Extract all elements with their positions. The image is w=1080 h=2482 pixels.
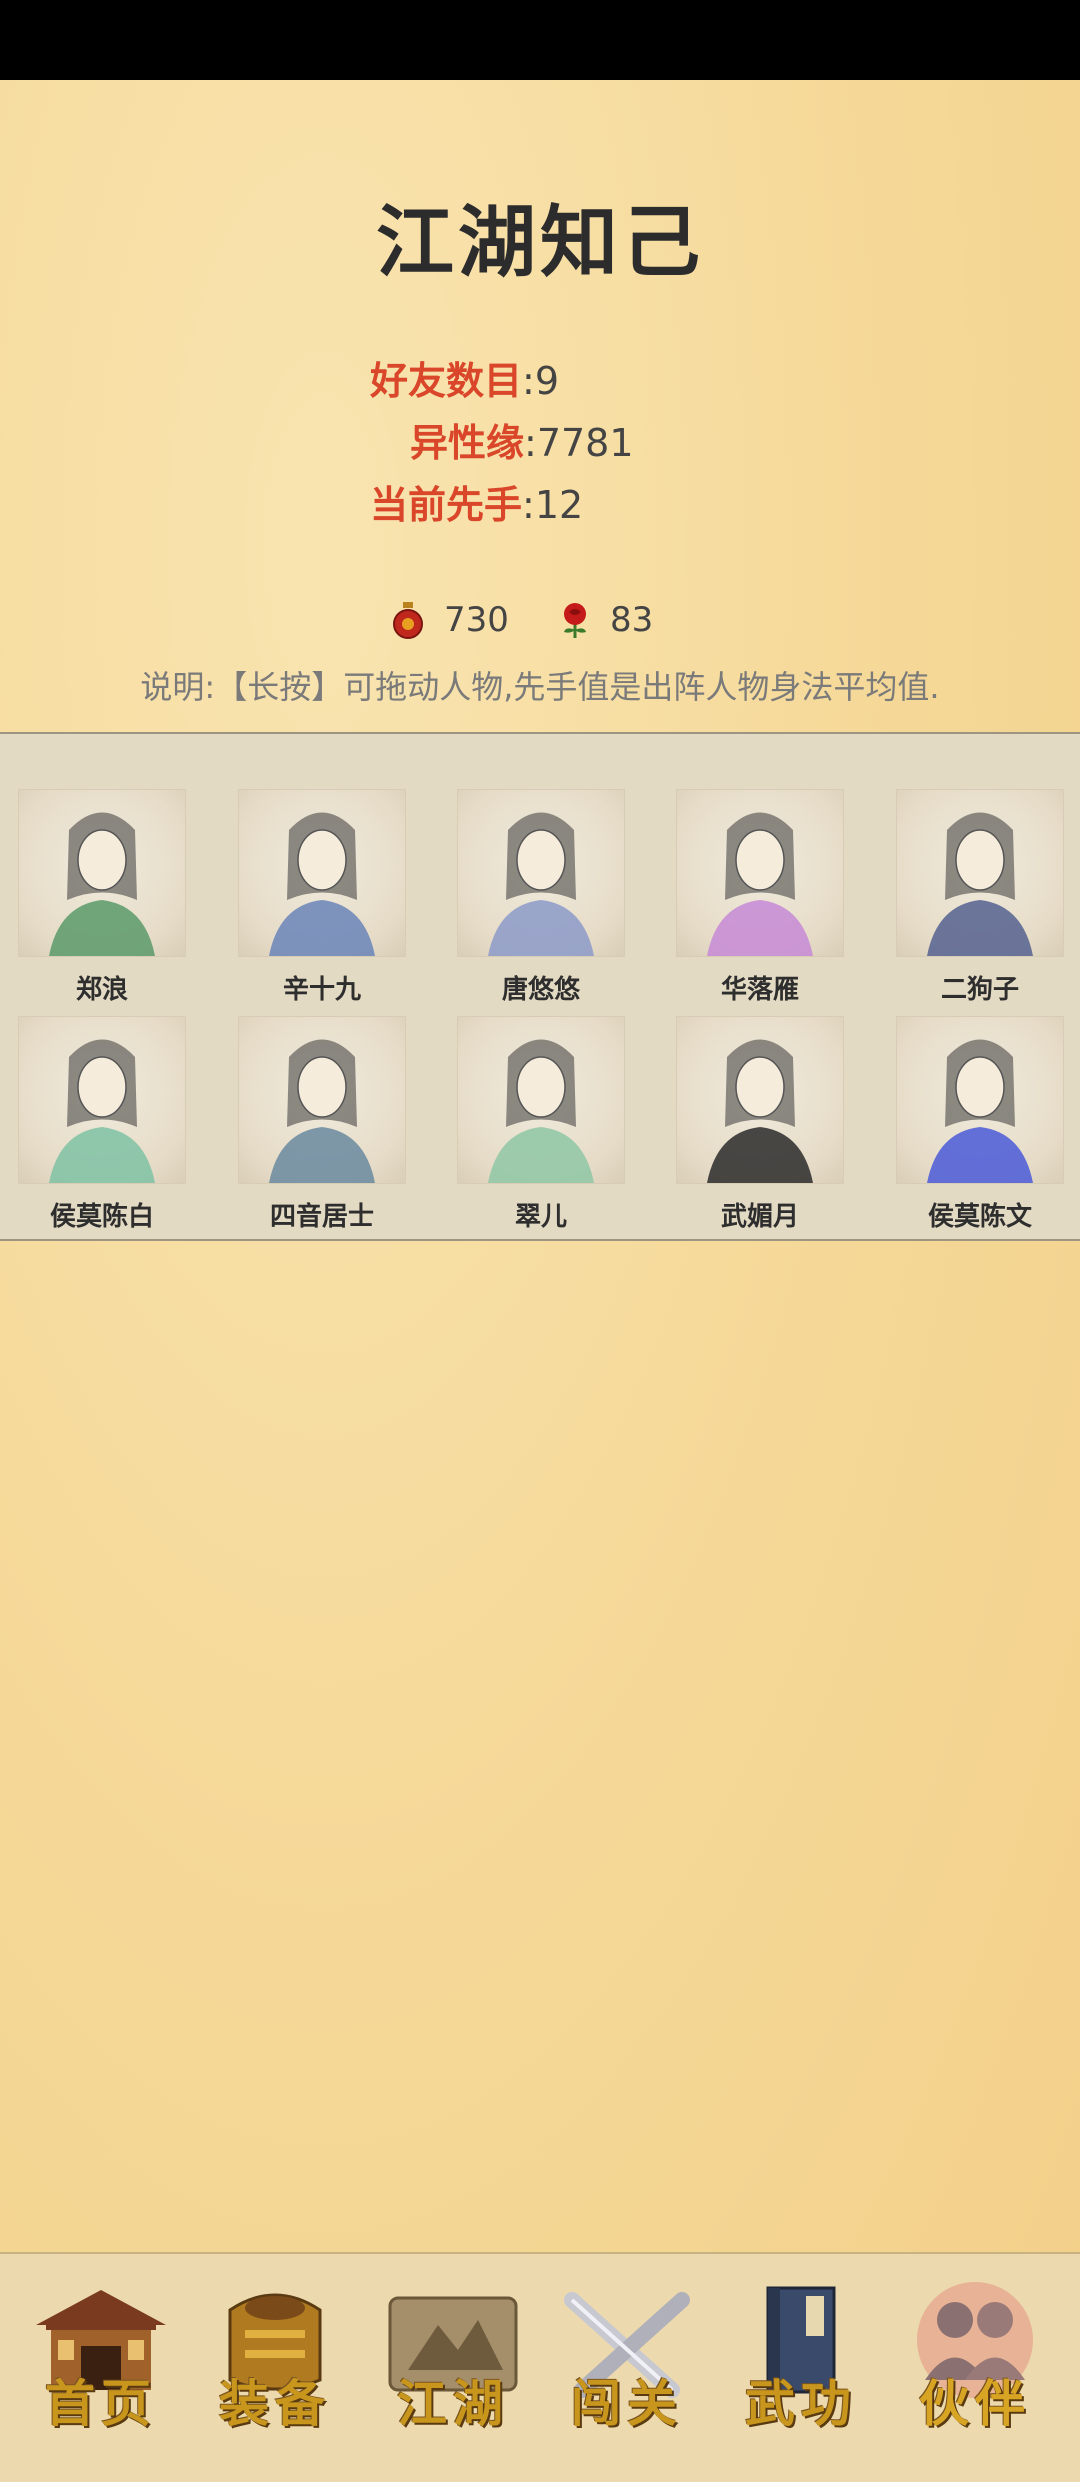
nav-jianghu[interactable]: 江湖 [378,2280,528,2450]
partner-name: 辛十九 [282,975,361,1005]
currency-value: 83 [610,600,654,640]
stat-label: 异性缘 [410,421,525,465]
partners-page: 江湖知己 好友数目:9 异性缘:7781 当前先手:12 730 83 说明:【… [0,80,1080,2482]
currency-gourd: 730 [390,600,509,640]
currency-bar: 730 83 [0,600,1080,660]
partner-portrait [238,1016,406,1184]
partner-name: 唐悠悠 [501,975,580,1005]
gourd-icon [393,602,423,639]
partner-name: 侯莫陈白 [49,1202,154,1232]
partner-portrait [676,1016,844,1184]
stat-value: 7781 [536,421,634,465]
partner-portrait [18,789,186,957]
partner-card[interactable]: 辛十九 [238,789,406,1006]
partner-name: 郑浪 [75,975,128,1005]
stat-label: 当前先手 [370,483,523,527]
partner-name: 二狗子 [940,975,1019,1005]
partner-portrait [457,789,625,957]
nav-martial-arts[interactable]: 武功 [726,2280,876,2450]
stat-friends: 好友数目:9 [370,359,560,403]
nav-label: 江湖 [397,2374,509,2433]
nav-challenge[interactable]: 闯关 [552,2280,702,2450]
stat-charm: 异性缘:7781 [410,421,634,465]
partner-card[interactable]: 翠儿 [457,1016,625,1233]
partner-card[interactable]: 唐悠悠 [457,789,625,1006]
partner-name: 翠儿 [514,1202,567,1232]
nav-partners[interactable]: 伙伴 [900,2280,1050,2450]
partner-card[interactable]: 四音居士 [238,1016,406,1233]
stat-label: 好友数目 [370,359,523,403]
stat-value: 12 [534,483,584,527]
partner-card[interactable]: 武媚月 [676,1016,844,1233]
partner-card[interactable]: 侯莫陈白 [18,1016,186,1233]
partner-grid: 郑浪 辛十九 唐悠悠 华落雁 二狗子侯莫陈白 四音居士 翠儿 武媚月 侯莫陈文 [0,732,1080,1241]
partner-portrait [457,1016,625,1184]
partner-portrait [18,1016,186,1184]
page-title: 江湖知己 [375,198,704,288]
partner-name: 四音居士 [269,1202,374,1232]
nav-label: 伙伴 [919,2374,1031,2433]
currency-value: 730 [444,600,509,640]
nav-label: 装备 [219,2374,331,2433]
partner-portrait [238,789,406,957]
stat-initiative: 当前先手:12 [370,483,584,527]
status-bar [0,0,1080,80]
nav-label: 首页 [45,2374,157,2433]
nav-label: 闯关 [571,2374,683,2433]
partner-portrait [896,789,1064,957]
partner-name: 武媚月 [720,1202,799,1232]
currency-rose: 83 [558,600,653,640]
partner-name: 华落雁 [720,975,799,1005]
bottom-nav: 首页 装备 江湖 闯关 武功 伙伴 [0,2252,1080,2482]
instruction-note: 说明:【长按】可拖动人物,先手值是出阵人物身法平均值. [140,668,940,706]
partner-card[interactable]: 华落雁 [676,789,844,1006]
partner-portrait [676,789,844,957]
partner-name: 侯莫陈文 [927,1202,1032,1232]
nav-home[interactable]: 首页 [26,2280,176,2450]
partner-card[interactable]: 郑浪 [18,789,186,1006]
partner-card[interactable]: 侯莫陈文 [896,1016,1064,1233]
nav-equipment[interactable]: 装备 [200,2280,350,2450]
nav-label: 武功 [745,2374,857,2433]
partner-portrait [896,1016,1064,1184]
partner-card[interactable]: 二狗子 [896,789,1064,1006]
rose-icon [564,603,586,638]
stat-value: 9 [534,359,560,403]
